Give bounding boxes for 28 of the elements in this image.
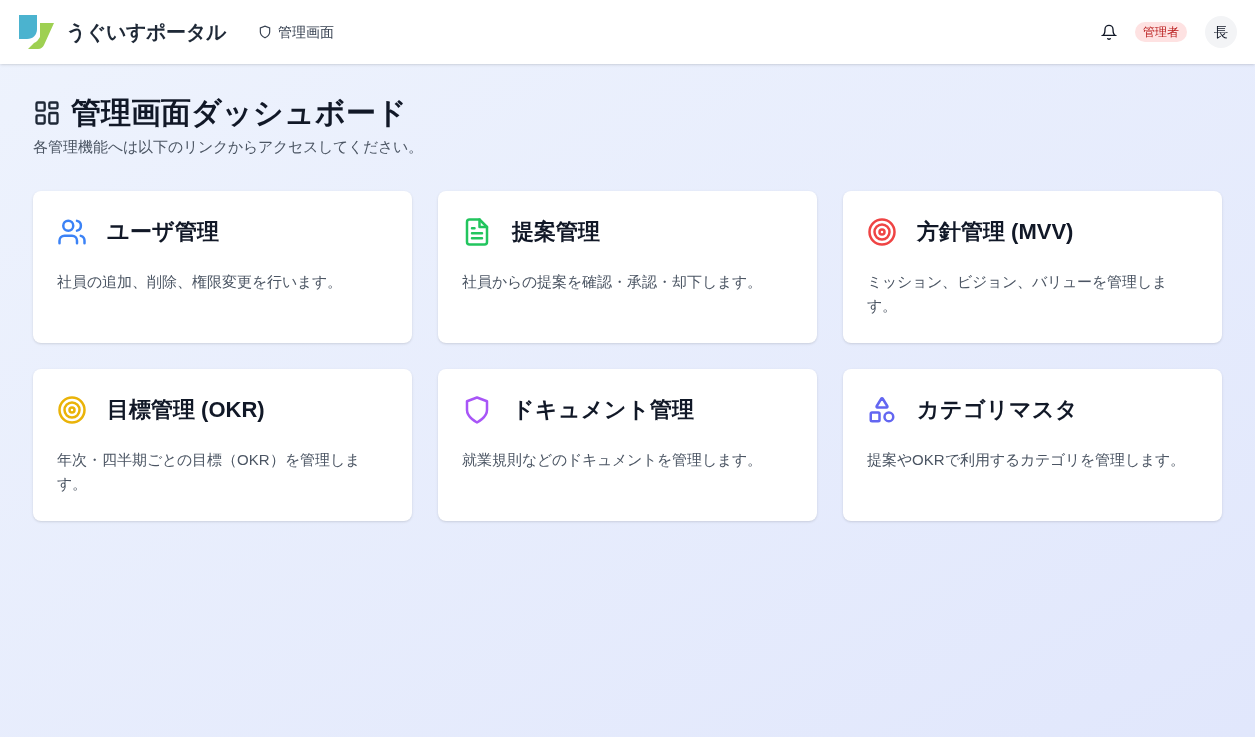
dashboard-grid-icon	[33, 98, 61, 127]
card-title: 提案管理	[512, 218, 600, 246]
card-title: カテゴリマスタ	[917, 396, 1078, 424]
page-title: 管理画面ダッシュボード	[71, 95, 407, 131]
logo-icon	[18, 15, 54, 49]
user-avatar[interactable]: 長	[1205, 16, 1237, 48]
card-title: ユーザ管理	[107, 218, 219, 246]
admin-card[interactable]: 目標管理 (OKR) 年次・四半期ごとの目標（OKR）を管理します。	[33, 369, 412, 521]
card-title: 方針管理 (MVV)	[917, 218, 1074, 246]
card-description: 年次・四半期ごとの目標（OKR）を管理します。	[57, 450, 361, 494]
card-title: ドキュメント管理	[512, 396, 694, 424]
role-badge: 管理者	[1135, 22, 1187, 42]
admin-card[interactable]: 方針管理 (MVV) ミッション、ビジョン、バリューを管理します。	[843, 191, 1222, 343]
card-description: 社員からの提案を確認・承認・却下します。	[462, 272, 763, 292]
card-description: 社員の追加、削除、権限変更を行います。	[57, 272, 343, 292]
app-name[interactable]: うぐいすポータル	[66, 18, 226, 46]
admin-card[interactable]: ドキュメント管理 就業規則などのドキュメントを管理します。	[438, 369, 817, 521]
notification-bell-icon[interactable]	[1101, 24, 1117, 40]
card-title: 目標管理 (OKR)	[107, 396, 265, 424]
page-subtitle: 各管理機能へは以下のリンクからアクセスしてください。	[33, 136, 424, 157]
admin-card[interactable]: 提案管理 社員からの提案を確認・承認・却下します。	[438, 191, 817, 343]
admin-nav-link[interactable]: 管理画面	[258, 22, 334, 42]
card-description: 提案やOKRで利用するカテゴリを管理します。	[867, 450, 1186, 470]
admin-card[interactable]: カテゴリマスタ 提案やOKRで利用するカテゴリを管理します。	[843, 369, 1222, 521]
admin-card[interactable]: ユーザ管理 社員の追加、削除、権限変更を行います。	[33, 191, 412, 343]
shield-icon	[258, 25, 272, 39]
card-description: ミッション、ビジョン、バリューを管理します。	[867, 272, 1168, 316]
card-description: 就業規則などのドキュメントを管理します。	[462, 450, 763, 470]
